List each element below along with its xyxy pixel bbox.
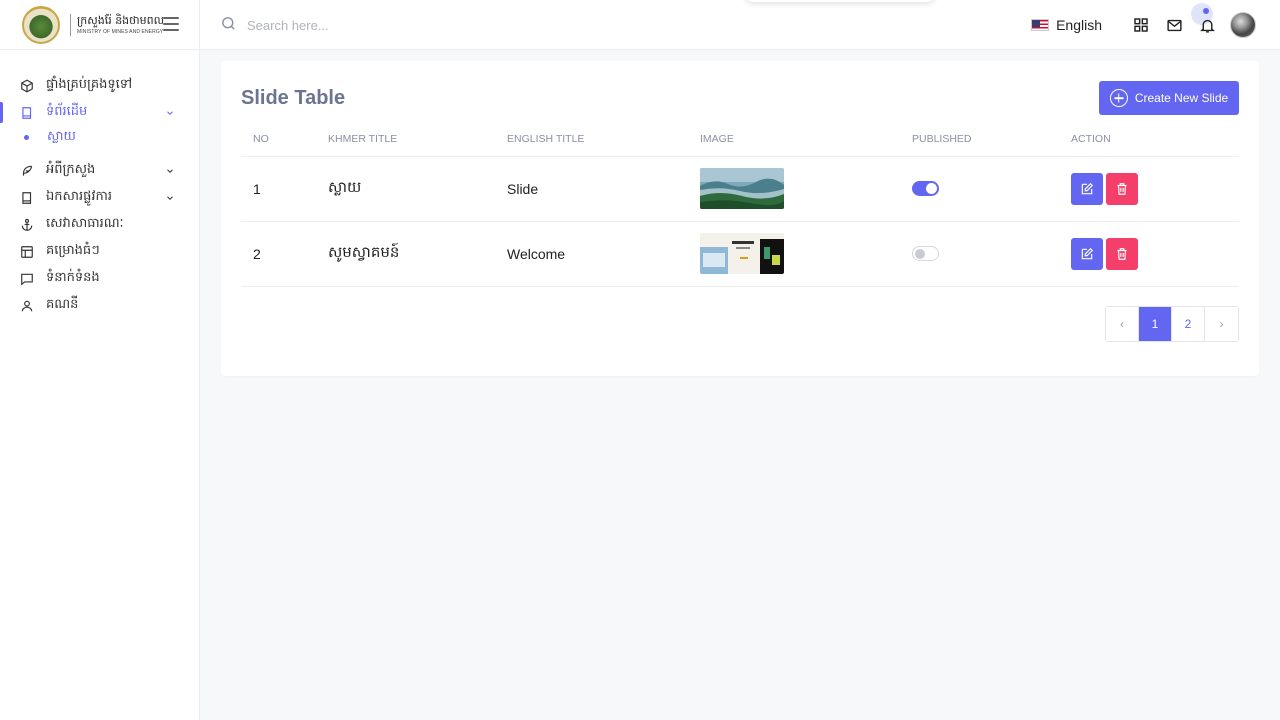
row-number: 1 bbox=[241, 156, 316, 222]
book-icon bbox=[20, 106, 34, 120]
create-button-label: Create New Slide bbox=[1134, 91, 1229, 105]
dropdown-edge bbox=[745, 0, 935, 2]
column-header-published: PUBLISHED bbox=[900, 123, 1059, 157]
sidebar-item-label: ទំព័រដើម bbox=[46, 104, 88, 119]
row-number: 2 bbox=[241, 221, 316, 287]
bell-icon[interactable] bbox=[1191, 3, 1217, 35]
pagination-prev-button[interactable]: ‹ bbox=[1106, 307, 1139, 341]
brand-name-en: MINISTRY OF MINES AND ENERGY bbox=[77, 28, 164, 35]
column-header-no: NO bbox=[241, 123, 316, 157]
edit-button[interactable] bbox=[1071, 237, 1103, 270]
sidebar-item-account[interactable]: គណនី bbox=[0, 292, 199, 319]
sidebar: ក្រសួងរ៉ែ និងថាមពល MINISTRY OF MINES AND… bbox=[0, 0, 200, 720]
sidebar-item-label: ឯកសារផ្លូវការ bbox=[46, 189, 113, 204]
column-header-action: ACTION bbox=[1059, 123, 1239, 157]
edit-button[interactable] bbox=[1071, 172, 1103, 205]
slide-thumbnail-welcome[interactable] bbox=[700, 233, 784, 274]
brand-name-kh: ក្រសួងរ៉ែ និងថាមពល bbox=[77, 13, 165, 27]
sidebar-subitem-slide[interactable]: ស្លាយ bbox=[0, 126, 199, 149]
edit-icon bbox=[1081, 182, 1094, 194]
pagination: ‹ 1 2 › bbox=[1105, 306, 1239, 342]
published-toggle[interactable] bbox=[912, 246, 939, 261]
sidebar-item-contact[interactable]: ទំនាក់ទំនង bbox=[0, 265, 199, 292]
column-header-image: IMAGE bbox=[688, 123, 900, 157]
notification-dot bbox=[1203, 8, 1209, 14]
column-header-khmer-title: KHMER TITLE bbox=[316, 123, 495, 157]
user-icon bbox=[20, 299, 34, 313]
search-icon bbox=[220, 15, 237, 36]
create-new-slide-button[interactable]: Create New Slide bbox=[1099, 81, 1239, 115]
sidebar-item-projects[interactable]: គម្រោងធំៗ bbox=[0, 238, 199, 265]
trash-icon bbox=[1117, 182, 1127, 195]
slide-thumbnail-mountains[interactable] bbox=[700, 168, 784, 209]
plus-circle-icon bbox=[1109, 89, 1128, 107]
sidebar-item-about[interactable]: អំពីក្រសួង bbox=[0, 157, 199, 184]
sidebar-item-dashboard[interactable]: ផ្ទាំងគ្រប់គ្រងទូទៅ bbox=[0, 72, 199, 99]
mail-icon[interactable] bbox=[1164, 15, 1184, 35]
brand-text: ក្រសួងរ៉ែ និងថាមពល MINISTRY OF MINES AND… bbox=[70, 13, 165, 36]
ministry-logo[interactable] bbox=[22, 5, 60, 44]
published-toggle[interactable] bbox=[912, 181, 939, 196]
sidebar-item-label: ផ្ទាំងគ្រប់គ្រងទូទៅ bbox=[46, 77, 133, 92]
message-icon bbox=[20, 272, 34, 286]
english-title: Slide bbox=[495, 156, 688, 222]
sidebar-menu: ផ្ទាំងគ្រប់គ្រងទូទៅ ទំព័រដើម ស្លាយ អំពីក… bbox=[0, 50, 199, 319]
language-label: English bbox=[1056, 17, 1102, 33]
us-flag-icon bbox=[1031, 19, 1050, 31]
published-cell bbox=[900, 156, 1059, 222]
sidebar-item-home[interactable]: ទំព័រដើម bbox=[0, 99, 199, 126]
trash-icon bbox=[1117, 247, 1127, 260]
apps-grid-icon[interactable] bbox=[1131, 15, 1151, 35]
top-header: English bbox=[200, 0, 1280, 50]
header-actions: English bbox=[1031, 0, 1256, 50]
sidebar-item-label: អំពីក្រសួង bbox=[46, 162, 96, 177]
published-cell bbox=[900, 221, 1059, 287]
action-cell bbox=[1059, 221, 1239, 287]
sidebar-item-label: គណនី bbox=[46, 297, 79, 312]
edit-icon bbox=[1081, 247, 1094, 259]
menu-toggle-icon[interactable] bbox=[163, 17, 179, 31]
pagination-next-button[interactable]: › bbox=[1205, 307, 1238, 341]
pagination-page-2[interactable]: 2 bbox=[1172, 307, 1205, 341]
delete-button[interactable] bbox=[1106, 172, 1138, 205]
chevron-down-icon bbox=[165, 192, 175, 207]
slide-table-card: Slide Table Create New Slide NO KHMER TI… bbox=[221, 61, 1259, 376]
action-cell bbox=[1059, 156, 1239, 222]
sidebar-item-label: សេវាសាធារណៈ bbox=[46, 216, 124, 231]
page-title: Slide Table bbox=[241, 87, 346, 109]
user-avatar[interactable] bbox=[1230, 12, 1256, 38]
column-header-english-title: ENGLISH TITLE bbox=[495, 123, 688, 157]
layout-icon bbox=[20, 245, 34, 259]
active-indicator bbox=[0, 102, 3, 123]
sidebar-item-label: ទំនាក់ទំនង bbox=[46, 270, 100, 285]
image-cell bbox=[688, 156, 900, 222]
anchor-icon bbox=[20, 218, 34, 232]
pagination-page-1[interactable]: 1 bbox=[1139, 307, 1172, 341]
feather-icon bbox=[20, 164, 34, 178]
sidebar-item-label: គម្រោងធំៗ bbox=[46, 243, 100, 258]
image-cell bbox=[688, 221, 900, 287]
bullet-icon bbox=[24, 135, 29, 140]
delete-button[interactable] bbox=[1106, 237, 1138, 270]
chevron-down-icon bbox=[165, 165, 175, 180]
english-title: Welcome bbox=[495, 221, 688, 287]
slide-table: NO KHMER TITLE ENGLISH TITLE IMAGE PUBLI… bbox=[241, 123, 1239, 287]
sidebar-item-public-services[interactable]: សេវាសាធារណៈ bbox=[0, 211, 199, 238]
khmer-title: សូមស្វាគមន៍ bbox=[316, 221, 495, 287]
table-header-row: NO KHMER TITLE ENGLISH TITLE IMAGE PUBLI… bbox=[241, 123, 1239, 157]
table-row: 2 សូមស្វាគមន៍ Welcome bbox=[241, 221, 1239, 287]
search-input[interactable] bbox=[247, 18, 447, 33]
search-bar bbox=[220, 15, 447, 36]
sidebar-subitem-label: ស្លាយ bbox=[47, 129, 76, 144]
table-row: 1 ស្លាយ Slide bbox=[241, 156, 1239, 222]
chevron-down-icon bbox=[165, 107, 175, 122]
sidebar-item-documents[interactable]: ឯកសារផ្លូវការ bbox=[0, 184, 199, 211]
khmer-title: ស្លាយ bbox=[316, 156, 495, 222]
book-icon bbox=[20, 191, 34, 205]
cube-icon bbox=[20, 78, 34, 93]
language-selector[interactable]: English bbox=[1031, 17, 1102, 33]
